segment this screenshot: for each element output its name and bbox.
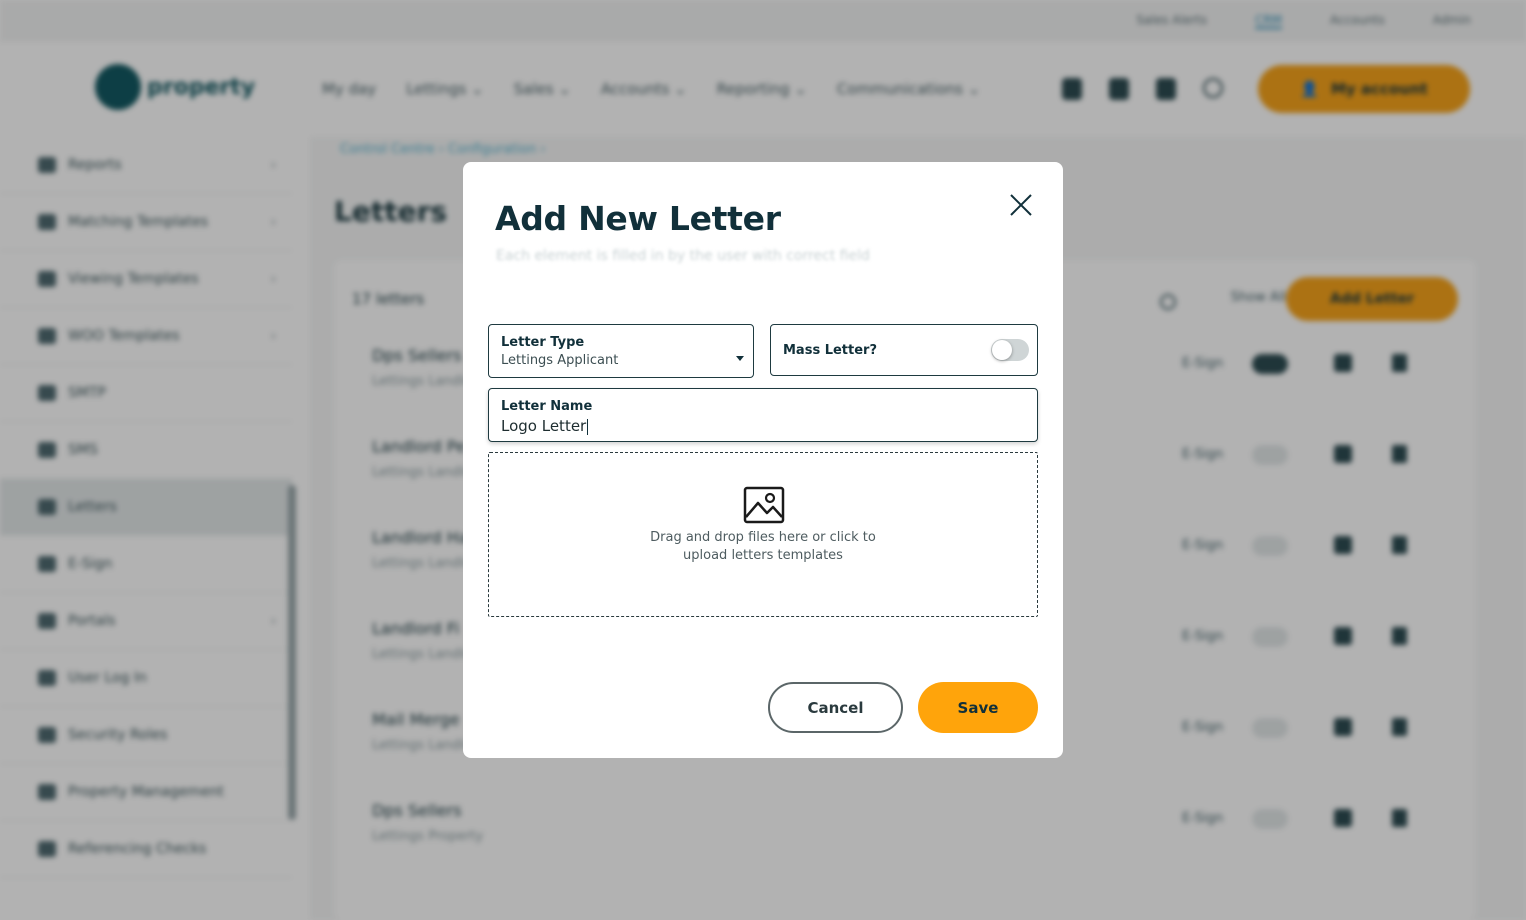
letter-name-text: Logo Letter [501, 417, 587, 435]
dropzone-line-1: Drag and drop files here or click to [650, 530, 876, 545]
letter-type-select[interactable]: Letter Type Lettings Applicant [488, 324, 754, 378]
add-new-letter-dialog: Add New Letter Each element is filled in… [463, 162, 1063, 758]
dropzone-line-2: upload letters templates [683, 548, 843, 563]
dropzone-text: Drag and drop files here or click to upl… [489, 529, 1037, 565]
caret-down-icon [736, 356, 744, 361]
mass-letter-field: Mass Letter? [770, 324, 1038, 376]
mass-letter-toggle[interactable] [991, 339, 1029, 361]
dialog-subtitle: Each element is filled in by the user wi… [496, 248, 870, 264]
text-cursor [587, 418, 589, 435]
save-button[interactable]: Save [918, 682, 1038, 733]
dialog-title: Add New Letter [495, 199, 781, 238]
letter-type-label: Letter Type [501, 335, 585, 350]
close-button[interactable] [1006, 190, 1036, 220]
letter-name-label: Letter Name [501, 399, 593, 414]
letter-name-input-value[interactable]: Logo Letter [501, 417, 589, 435]
mass-letter-label: Mass Letter? [783, 343, 878, 358]
cancel-button[interactable]: Cancel [768, 682, 903, 733]
letter-type-value: Lettings Applicant [501, 353, 619, 368]
image-upload-icon [743, 486, 785, 524]
toggle-knob [992, 340, 1012, 360]
close-icon [1010, 194, 1032, 216]
file-dropzone[interactable]: Drag and drop files here or click to upl… [488, 452, 1038, 617]
letter-name-field[interactable]: Letter Name Logo Letter [488, 388, 1038, 442]
